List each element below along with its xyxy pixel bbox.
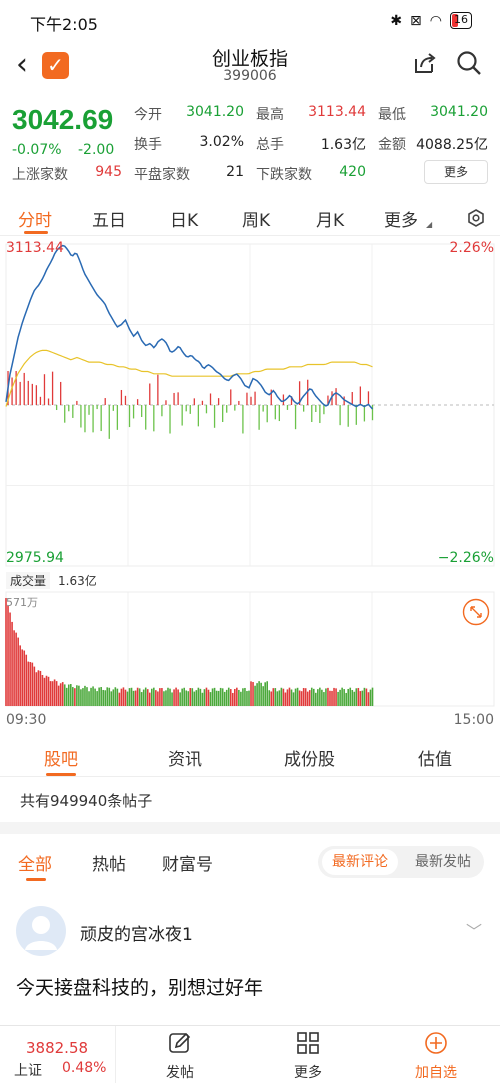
y-axis-top-label: 3113.44 [6,240,64,256]
status-time: 下午2:05 [30,15,98,34]
change-percent: -0.07% [12,142,62,158]
pct-axis-top-label: 2.26% [449,240,494,256]
bluetooth-icon: ✱ [390,12,403,29]
index-ticker[interactable]: 3882.58 上证 0.48% [0,1026,116,1083]
sort-toggle: 最新评论 最新发帖 [318,846,484,878]
tab-intraday[interactable]: 分时 [18,206,52,231]
filter-tab-indicator [26,878,46,881]
high-value: 3113.44 [308,104,366,120]
settings-icon[interactable] [466,208,486,228]
turnover-value: 3.02% [199,134,244,150]
flat-count-value: 21 [226,164,244,180]
high-label: 最高 [256,107,284,123]
status-icons: ✱ ⊠ ◠ 16 [390,12,472,29]
post-username[interactable]: 顽皮的宫冰夜1 [80,920,193,945]
avatar[interactable] [16,906,66,956]
tab-daily-k[interactable]: 日K [170,206,198,231]
low-value: 3041.20 [430,104,488,120]
filter-tabs: 全部 热帖 财富号 最新评论 最新发帖 [0,846,500,886]
tab-valuation[interactable]: 估值 [418,745,452,770]
volume-label: 总手 [256,137,284,153]
volume-label: 成交量 [6,572,51,589]
bottom-nav: 3882.58 上证 0.48% 发帖 更多 加自选 [0,1025,500,1083]
current-price: 3042.69 [12,104,114,135]
up-count-value: 945 [95,164,122,180]
period-tabs: 分时 五日 日K 周K 月K 更多 ◢ [0,200,500,236]
chevron-down-icon[interactable]: ﹀ [466,918,482,942]
intraday-chart[interactable]: 3113.44 2.26% 2975.94 −2.26% 成交量 1.63亿 5… [0,236,500,736]
pct-axis-bottom-label: −2.26% [437,550,494,566]
tab-five-day[interactable]: 五日 [92,206,126,231]
sort-latest-comment[interactable]: 最新评论 [322,849,398,875]
add-watchlist-label: 加自选 [415,1065,457,1081]
open-value: 3041.20 [186,104,244,120]
index-name: 上证 [14,1063,42,1079]
amount-label: 金额 [378,137,406,153]
tab-constituents[interactable]: 成份股 [284,745,335,770]
expand-chart-icon[interactable] [462,598,490,626]
up-count-label: 上涨家数 [12,167,68,183]
section-tab-indicator [46,773,76,776]
index-percent: 0.48% [62,1060,107,1076]
time-end-label: 15:00 [453,712,494,728]
post-count: 共有949940条帖子 [20,792,153,810]
tab-more-periods[interactable]: 更多 [384,206,418,231]
down-count-value: 420 [339,164,366,180]
amount-value: 4088.25亿 [416,137,488,153]
grid-icon [297,1032,319,1054]
tab-hot-posts[interactable]: 热帖 [92,850,126,875]
divider [0,822,500,834]
index-value: 3882.58 [26,1039,89,1057]
add-circle-icon [425,1032,447,1054]
search-icon[interactable] [456,50,482,76]
down-count-label: 下跌家数 [256,167,312,183]
flat-count-label: 平盘家数 [134,167,190,183]
no-sim-icon: ⊠ [410,12,422,29]
tab-wealth-account[interactable]: 财富号 [162,850,213,875]
tab-news[interactable]: 资讯 [168,745,202,770]
share-icon[interactable] [412,50,438,76]
tab-monthly-k[interactable]: 月K [316,206,344,231]
app-screen: 下午2:05 ✱ ⊠ ◠ 16 ‹ ✓ 创业板指 399006 3042.69 … [0,0,500,1083]
chart-canvas [5,243,495,707]
user-avatar-icon [25,916,57,950]
change-amount: -2.00 [78,142,115,158]
active-tab-indicator [24,231,48,234]
post-content[interactable]: 今天接盘科技的，别想过好年 [16,973,263,1000]
more-button-label: 更多 [294,1065,322,1081]
section-tabs: 股吧 资讯 成份股 估值 [0,737,500,777]
tab-weekly-k[interactable]: 周K [242,206,270,231]
more-quote-button[interactable]: 更多 [424,160,488,184]
dropdown-icon: ◢ [426,220,433,229]
post-button[interactable]: 发帖 [140,1026,220,1083]
more-button[interactable]: 更多 [268,1026,348,1083]
turnover-label: 换手 [134,137,162,153]
volume-total: 1.63亿 [58,574,97,588]
tab-all[interactable]: 全部 [18,850,52,875]
open-label: 今开 [134,107,162,123]
sort-latest-post[interactable]: 最新发帖 [406,849,480,875]
edit-icon [169,1032,191,1053]
status-bar: 下午2:05 ✱ ⊠ ◠ 16 [0,0,500,42]
battery-icon: 16 [450,12,472,29]
add-watchlist-button[interactable]: 加自选 [396,1026,476,1083]
volume-value: 1.63亿 [320,137,366,153]
post-button-label: 发帖 [166,1065,194,1081]
y-axis-bottom-label: 2975.94 [6,550,64,566]
wifi-icon: ◠ [429,12,442,29]
top-header: ‹ ✓ 创业板指 399006 [0,42,500,92]
low-label: 最低 [378,107,406,123]
volume-max-label: 571万 [6,596,38,609]
time-start-label: 09:30 [6,712,47,728]
tab-forum[interactable]: 股吧 [44,745,78,770]
